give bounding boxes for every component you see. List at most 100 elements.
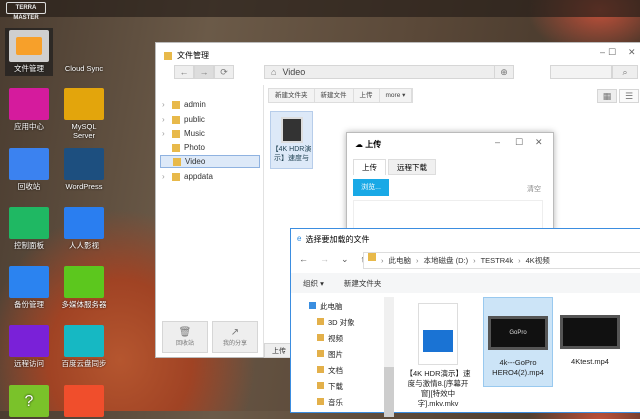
folder-icon bbox=[172, 143, 180, 152]
back-button[interactable]: ← bbox=[174, 65, 194, 79]
tree-item[interactable]: › appdata bbox=[160, 170, 260, 183]
address-bar[interactable]: › 此电脑 › 本地磁盘 (D:) › TESTR4k › 4K视频 bbox=[363, 252, 640, 269]
upload-dialog: ☁ 上传 – ☐ ✕ 上传 远程下载 浏览... 清空 bbox=[346, 132, 554, 240]
folder-icon bbox=[172, 100, 180, 109]
desktop-app[interactable]: 应用中心 bbox=[5, 88, 53, 131]
terramaster-logo: TERRA MASTER bbox=[6, 2, 46, 21]
organize-button[interactable]: 组织 ▾ bbox=[303, 278, 324, 289]
list-view-button[interactable]: ☰ bbox=[619, 89, 639, 103]
app-label: 备份管理 bbox=[14, 300, 44, 309]
grid-view-button[interactable]: ▦ bbox=[597, 89, 617, 103]
desktop-app[interactable]: 回收站 bbox=[5, 148, 53, 191]
tab-upload[interactable]: 上传 bbox=[353, 159, 386, 175]
desktop-app[interactable]: 百度云盘同步 bbox=[60, 325, 108, 368]
app-label: 多媒体服务器 bbox=[61, 300, 107, 309]
desktop-app[interactable]: 文件管理 bbox=[5, 28, 53, 76]
app-label: 人人影视 bbox=[69, 241, 99, 250]
more-button[interactable]: more ▾ bbox=[380, 89, 413, 102]
app-label: 远程访问 bbox=[14, 359, 44, 368]
desktop-app[interactable]: 备份管理 bbox=[5, 266, 53, 309]
close-button[interactable]: ✕ bbox=[535, 137, 543, 148]
folder-icon bbox=[172, 129, 180, 138]
app-label: 百度云盘同步 bbox=[61, 359, 107, 368]
baidu-icon bbox=[64, 325, 104, 357]
forward-arrow-icon[interactable]: → bbox=[320, 254, 329, 265]
app-label: 文件管理 bbox=[14, 64, 44, 73]
new-folder-button[interactable]: 新建文件夹 bbox=[269, 89, 315, 102]
nav-item[interactable]: 文档 bbox=[291, 363, 395, 379]
desktop-app[interactable]: 人人影视 bbox=[60, 207, 108, 250]
file-item[interactable]: 【4K HDR演示】速度与 bbox=[270, 111, 313, 169]
box-icon bbox=[64, 385, 104, 417]
new-folder-button[interactable]: 新建文件夹 bbox=[344, 278, 382, 289]
desktop-app[interactable] bbox=[60, 385, 108, 419]
close-button[interactable]: ✕ bbox=[628, 47, 636, 58]
desktop-app[interactable]: ? bbox=[5, 385, 53, 419]
folder-icon bbox=[172, 172, 180, 181]
browse-button[interactable]: 浏览... bbox=[353, 179, 389, 196]
breadcrumb-item[interactable]: 此电脑 bbox=[389, 253, 412, 268]
file-name: 4k---GoPro HERO4(2).mp4 bbox=[492, 358, 544, 377]
nav-item[interactable]: 视频 bbox=[291, 331, 395, 347]
folder-icon bbox=[317, 334, 324, 341]
cloud-icon bbox=[9, 325, 49, 357]
wave-icon bbox=[64, 207, 104, 239]
cloud-sync-icon bbox=[64, 30, 104, 62]
desktop-app[interactable]: 控制面板 bbox=[5, 207, 53, 250]
tree-item[interactable]: Photo bbox=[160, 141, 260, 154]
folder-icon bbox=[317, 382, 324, 389]
upload-button[interactable]: 上传 bbox=[354, 89, 380, 102]
my-share-button[interactable]: ↗ 我的分享 bbox=[212, 321, 258, 353]
breadcrumb-item[interactable]: 4K视频 bbox=[526, 253, 550, 268]
breadcrumb-item[interactable]: 本地磁盘 (D:) bbox=[424, 253, 469, 268]
nav-item[interactable]: 下载 bbox=[291, 379, 395, 395]
maximize-button[interactable]: ☐ bbox=[515, 137, 523, 148]
forward-button[interactable]: → bbox=[194, 65, 214, 79]
desktop-app[interactable]: 多媒体服务器 bbox=[60, 266, 108, 309]
video-thumbnail bbox=[560, 315, 620, 349]
share-icon: ↗ bbox=[230, 327, 240, 338]
folder-icon bbox=[317, 318, 324, 325]
search-input[interactable] bbox=[550, 65, 612, 79]
path-bar[interactable]: ⌂ Video bbox=[264, 65, 514, 79]
recycle-icon bbox=[9, 148, 49, 180]
nav-item[interactable]: 此电脑 bbox=[291, 299, 395, 315]
tree-item[interactable]: › public bbox=[160, 113, 260, 126]
ie-icon: e bbox=[297, 234, 302, 243]
nav-item[interactable]: 图片 bbox=[291, 347, 395, 363]
minimize-button[interactable]: – bbox=[600, 47, 605, 57]
file-item[interactable]: 【4K HDR演示】速度与激情8.[序幕开窗][特效中字].mkv.mkv bbox=[403, 297, 473, 411]
maximize-button[interactable]: ☐ bbox=[608, 47, 616, 58]
video-file-icon bbox=[418, 303, 458, 365]
clear-button[interactable]: 清空 bbox=[527, 184, 541, 194]
desktop-app[interactable]: MySQL Server bbox=[60, 88, 108, 140]
search-button[interactable]: ⌕ bbox=[612, 65, 638, 79]
sliders-icon bbox=[9, 207, 49, 239]
breadcrumb-item[interactable]: TESTR4k bbox=[481, 253, 514, 268]
desktop-app[interactable]: 远程访问 bbox=[5, 325, 53, 368]
tab-remote-download[interactable]: 远程下载 bbox=[388, 159, 436, 175]
file-item[interactable]: 4Ktest.mp4 bbox=[555, 297, 625, 369]
new-file-button[interactable]: 新建文件 bbox=[315, 89, 354, 102]
file-item[interactable]: GoPro 4k---GoPro HERO4(2).mp4 bbox=[483, 297, 553, 387]
sidebar-scrollbar[interactable] bbox=[384, 297, 394, 417]
desktop-app[interactable]: Cloud Sync bbox=[60, 30, 108, 73]
tree-item[interactable]: › admin bbox=[160, 98, 260, 111]
path-text: Video bbox=[282, 67, 306, 77]
back-arrow-icon[interactable]: ← bbox=[299, 254, 308, 265]
recent-dropdown-icon[interactable]: ⌄ bbox=[341, 254, 349, 265]
tree-item[interactable]: › Music bbox=[160, 127, 260, 140]
tree-item[interactable]: Video bbox=[160, 155, 260, 168]
recycle-bin-button[interactable]: 🗑 回收站 bbox=[162, 321, 208, 353]
history-icon bbox=[9, 266, 49, 298]
nav-item[interactable]: 音乐 bbox=[291, 395, 395, 411]
wordpress-icon bbox=[64, 148, 104, 180]
file-name: 4Ktest.mp4 bbox=[571, 357, 609, 366]
action-bar: 新建文件夹 新建文件 上传 more ▾ bbox=[268, 88, 414, 103]
refresh-button[interactable]: ⟳ bbox=[214, 65, 234, 79]
minimize-button[interactable]: – bbox=[495, 137, 500, 147]
upload-arrow-button[interactable]: ⊕ bbox=[494, 65, 514, 79]
nav-item[interactable]: 3D 对象 bbox=[291, 315, 395, 331]
play-icon bbox=[64, 266, 104, 298]
desktop-app[interactable]: WordPress bbox=[60, 148, 108, 191]
